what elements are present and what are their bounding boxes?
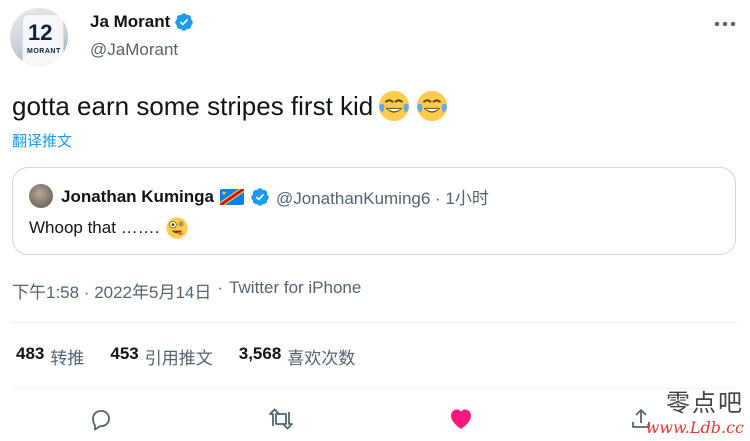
tweet-actions-bar: [0, 400, 750, 438]
face-with-tears-of-joy-icon: [417, 90, 448, 122]
divider: [12, 388, 738, 389]
zany-face-icon: [166, 217, 189, 239]
tweet-meta: 下午1:58 · 2022年5月14日 · Twitter for iPhone: [12, 278, 361, 303]
tweet-text-row: gotta earn some stripes first kid: [12, 88, 449, 124]
reply-button[interactable]: [86, 404, 116, 434]
translate-tweet-link[interactable]: 翻译推文: [12, 130, 72, 151]
engagement-stats: 483 转推 453 引用推文 3,568 喜欢次数: [16, 344, 355, 369]
verified-badge-icon: [175, 13, 194, 31]
jersey-number: 12: [28, 20, 53, 45]
heart-filled-icon: [451, 409, 471, 429]
quoted-author-avatar: [29, 184, 53, 208]
face-with-tears-of-joy-icon: [379, 90, 410, 122]
quoted-tweet-text: Whoop that …….: [29, 218, 160, 237]
author-handle[interactable]: @JaMorant: [90, 40, 178, 60]
stat-count: 453: [110, 344, 139, 363]
reply-icon: [92, 410, 110, 431]
author-name-row: Ja Morant: [90, 12, 194, 32]
stat-label: 引用推文: [144, 349, 213, 368]
retweet-button[interactable]: [266, 404, 296, 434]
share-button[interactable]: [626, 404, 656, 434]
meta-separator: ·: [217, 278, 224, 297]
stat-count: 3,568: [238, 344, 282, 363]
share-icon: [632, 409, 650, 428]
tweet-timestamp[interactable]: 下午1:58 · 2022年5月14日: [12, 278, 211, 303]
quoted-handle-time: @JonathanKuming6 · 1小时: [276, 189, 489, 208]
tweet-text: gotta earn some stripes first kid: [12, 91, 374, 121]
likes-stat[interactable]: 3,568 喜欢次数: [239, 344, 356, 369]
quote-tweets-stat[interactable]: 453 引用推文: [110, 344, 212, 369]
author-avatar[interactable]: 12 MORANT: [10, 8, 68, 66]
stat-count: 483: [16, 344, 45, 363]
stat-label: 转推: [50, 349, 85, 368]
verified-badge-icon: [251, 187, 269, 206]
quoted-tweet-text-row: Whoop that …….: [29, 216, 189, 240]
quoted-author-name: Jonathan Kuminga: [61, 186, 215, 206]
retweets-stat[interactable]: 483 转推: [16, 344, 84, 369]
ellipsis-icon: [714, 21, 736, 27]
divider: [12, 322, 738, 323]
retweet-icon: [269, 408, 293, 430]
stat-label: 喜欢次数: [287, 349, 356, 368]
quoted-tweet-card[interactable]: Jonathan Kuminga @JonathanKuming6 · 1小时 …: [12, 167, 736, 255]
quoted-tweet-header: Jonathan Kuminga @JonathanKuming6 · 1小时: [61, 184, 489, 209]
author-display-name[interactable]: Ja Morant: [90, 12, 170, 32]
tweet-detail: 12 MORANT Ja Morant @JaMorant gotta earn…: [0, 0, 750, 441]
jersey-name: MORANT: [27, 48, 61, 55]
like-button[interactable]: [446, 404, 476, 434]
dr-congo-flag-icon: [220, 188, 245, 205]
tweet-source-link[interactable]: Twitter for iPhone: [229, 278, 361, 303]
more-options-icon[interactable]: [710, 12, 740, 36]
